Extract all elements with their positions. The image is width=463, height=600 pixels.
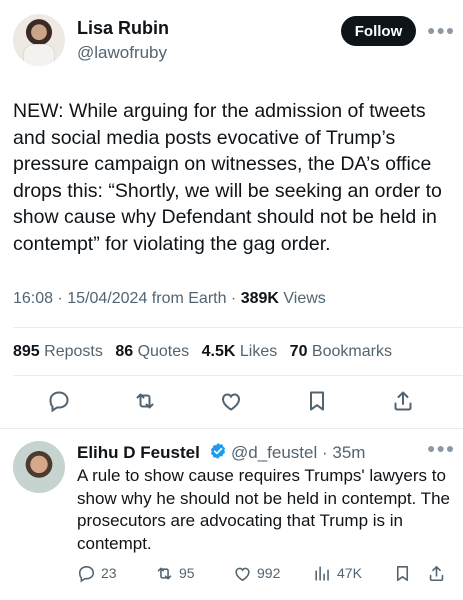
bookmark-icon[interactable]: [304, 388, 330, 414]
reply-count: 23: [101, 565, 117, 581]
reply-time[interactable]: 35m: [332, 443, 365, 462]
like-icon[interactable]: [218, 388, 244, 414]
share-icon: [429, 565, 444, 581]
reposts-stat[interactable]: 895 Reposts: [13, 343, 103, 360]
tweet-header: Lisa Rubin @lawofruby Follow ●●●: [0, 0, 463, 80]
reply-bookmark-button[interactable]: [393, 562, 412, 584]
reply-icon: [78, 565, 95, 583]
likes-stat[interactable]: 4.5K Likes: [202, 343, 278, 360]
more-options-icon[interactable]: ●●●: [427, 22, 455, 38]
like-count: 992: [257, 565, 281, 581]
author-name[interactable]: Lisa Rubin: [77, 18, 169, 39]
views-icon: [315, 565, 329, 581]
reply-action-bar: 23 95 992 47K: [0, 562, 463, 586]
views-count: 47K: [337, 565, 362, 581]
tweet-text: NEW: While arguing for the admission of …: [13, 100, 442, 255]
divider: [13, 327, 463, 328]
like-icon: [235, 567, 250, 581]
avatar[interactable]: [13, 14, 65, 66]
reply-views-button[interactable]: 47K: [313, 562, 362, 584]
bookmarks-stat[interactable]: 70 Bookmarks: [290, 343, 392, 360]
reply-repost-button[interactable]: 95: [155, 562, 195, 584]
views-label: Views: [283, 290, 326, 307]
tweet-date[interactable]: 15/04/2024: [67, 290, 147, 307]
tweet-time[interactable]: 16:08: [13, 290, 53, 307]
divider: [0, 428, 463, 429]
more-options-icon[interactable]: ●●●: [427, 440, 455, 456]
author-handle[interactable]: @lawofruby: [77, 43, 167, 63]
repost-icon[interactable]: [132, 388, 158, 414]
reply-icon[interactable]: [46, 388, 72, 414]
tweet-meta: 16:08 · 15/04/2024 from Earth · 389K Vie…: [13, 290, 326, 307]
reply-author-name[interactable]: Elihu D Feustel: [77, 443, 200, 463]
action-bar: [0, 388, 463, 418]
divider: [13, 375, 463, 376]
reply-author-handle[interactable]: @d_feustel: [231, 443, 317, 462]
reply-handle-line: @d_feustel · 35m: [231, 443, 366, 462]
share-icon[interactable]: [390, 388, 416, 414]
engagement-stats: 895 Reposts 86 Quotes 4.5K Likes 70 Book…: [13, 343, 392, 361]
quotes-stat[interactable]: 86 Quotes: [115, 343, 189, 360]
repost-icon: [157, 567, 172, 579]
reply-share-button[interactable]: [427, 562, 446, 584]
bookmark-icon: [396, 565, 409, 581]
tweet-source: from Earth: [151, 290, 227, 307]
views-count: 389K: [240, 290, 279, 307]
reply-like-button[interactable]: 992: [233, 562, 280, 584]
follow-button[interactable]: Follow: [341, 16, 416, 46]
repost-count: 95: [179, 565, 195, 581]
avatar[interactable]: [13, 441, 65, 493]
verified-badge-icon: [210, 443, 226, 459]
reply-reply-button[interactable]: 23: [77, 562, 117, 584]
reply-tweet[interactable]: Elihu D Feustel @d_feustel · 35m ●●● A r…: [0, 432, 463, 600]
reply-text: A rule to show cause requires Trumps' la…: [77, 466, 450, 553]
